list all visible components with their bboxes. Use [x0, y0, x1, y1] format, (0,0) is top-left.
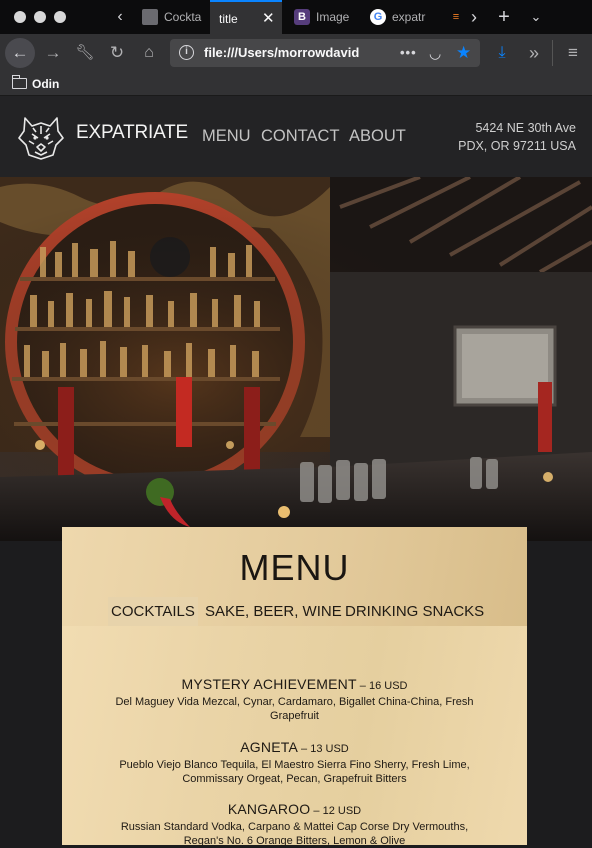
google-icon: G: [370, 9, 386, 25]
site-brand-name[interactable]: EXPATRIATE: [76, 122, 188, 144]
navigation-toolbar: ← → 🔧︎ ↻ ⌂ i file:///Users/morrowdavid •…: [0, 34, 592, 72]
menu-item-description: Pueblo Viejo Blanco Tequila, El Maestro …: [119, 759, 470, 785]
hamburger-menu-icon[interactable]: ≡: [558, 38, 588, 68]
menu-item-name: KANGAROO: [227, 801, 311, 817]
reload-button[interactable]: ↻: [102, 38, 132, 68]
page-actions-icon[interactable]: •••: [400, 39, 417, 67]
tiger-logo-icon[interactable]: [16, 114, 66, 160]
address: 5424 NE 30th Ave PDX, OR 97211 USA: [458, 119, 576, 155]
site-header: EXPATRIATE MENU CONTACT ABOUT 5424 NE 30…: [0, 96, 592, 177]
new-tab-button[interactable]: +: [494, 0, 514, 34]
menu-item-name: AGNETA: [240, 739, 298, 755]
home-button[interactable]: ⌂: [134, 38, 164, 68]
menu-panel-header: MENU COCKTAILS SAKE, BEER, WINE DRINKING…: [62, 527, 527, 626]
menu-title: MENU: [239, 547, 350, 588]
browser-tab[interactable]: B Image: [294, 0, 358, 34]
menu-item-separator: –: [310, 805, 323, 817]
list-tabs-icon[interactable]: ⌄: [526, 0, 546, 34]
close-window-button[interactable]: [14, 11, 26, 23]
close-tab-icon[interactable]: ✕: [262, 2, 275, 34]
pocket-icon[interactable]: ◡: [429, 39, 441, 67]
scroll-tabs-left-icon[interactable]: ‹: [110, 0, 130, 34]
minimize-window-button[interactable]: [34, 11, 46, 23]
nav-link-contact[interactable]: CONTACT: [261, 127, 340, 146]
cube-icon: [142, 9, 158, 25]
bookmarks-toolbar: Odin: [0, 72, 592, 96]
browser-tab[interactable]: G expatr: [370, 0, 432, 34]
tab-cocktails[interactable]: COCKTAILS: [108, 597, 198, 626]
bootstrap-icon: B: [294, 9, 310, 25]
stackoverflow-icon: ≡: [452, 11, 460, 23]
url-text[interactable]: file:///Users/morrowdavid: [204, 39, 364, 67]
browser-tab[interactable]: Cockta: [142, 0, 206, 34]
downloads-icon[interactable]: ⤓: [487, 38, 517, 68]
site-info-icon[interactable]: i: [179, 45, 194, 60]
browser-tab-bar: ‹ Cockta title ✕ B Image G expatr ≡ › + …: [0, 0, 592, 34]
menu-item-price: 12 USD: [322, 805, 362, 817]
menu-item-description: Del Maguey Vida Mezcal, Cynar, Cardamaro…: [115, 696, 474, 722]
menu-item-price: 16 USD: [368, 680, 408, 692]
back-button[interactable]: ←: [5, 38, 35, 68]
bookmark-star-icon[interactable]: ★: [456, 39, 471, 67]
menu-item-price: 13 USD: [310, 743, 349, 755]
tab-sake-beer-wine[interactable]: SAKE, BEER, WINE: [202, 597, 345, 626]
bar-interior-illustration: [0, 177, 592, 541]
menu-item-description: Russian Standard Vodka, Carpano & Mattei…: [120, 821, 469, 847]
menu-item-separator: –: [297, 743, 311, 755]
menu-item: AGNETA – 13 USD Pueblo Viejo Blanco Tequ…: [62, 739, 527, 786]
zoom-window-button[interactable]: [54, 11, 66, 23]
scroll-tabs-right-icon[interactable]: ›: [464, 0, 484, 34]
menu-panel: MENU COCKTAILS SAKE, BEER, WINE DRINKING…: [62, 527, 527, 848]
nav-link-about[interactable]: ABOUT: [349, 127, 406, 146]
address-line-1: 5424 NE 30th Ave: [475, 121, 576, 135]
menu-item: KANGAROO – 12 USD Russian Standard Vodka…: [62, 801, 527, 848]
browser-tab[interactable]: ≡: [448, 0, 462, 34]
menu-item: MYSTERY ACHIEVEMENT – 16 USD Del Maguey …: [62, 676, 527, 723]
address-line-2: PDX, OR 97211 USA: [458, 139, 576, 153]
nav-link-menu[interactable]: MENU: [202, 127, 251, 146]
toolbar-divider: [552, 40, 553, 66]
menu-item-separator: –: [356, 680, 369, 692]
menu-item-name: MYSTERY ACHIEVEMENT: [181, 676, 357, 692]
overflow-menu-icon[interactable]: »: [519, 38, 549, 68]
hero-bar-photo: [0, 177, 592, 541]
tab-drinking-snacks[interactable]: DRINKING SNACKS: [342, 597, 487, 626]
browser-tab-active[interactable]: title ✕: [210, 0, 282, 34]
forward-button[interactable]: →: [38, 38, 68, 68]
url-bar[interactable]: i file:///Users/morrowdavid ••• ◡ ★: [170, 39, 480, 67]
wrench-icon[interactable]: 🔧︎: [70, 38, 100, 68]
folder-icon: [12, 75, 27, 89]
bookmark-folder-odin[interactable]: Odin: [32, 72, 59, 96]
